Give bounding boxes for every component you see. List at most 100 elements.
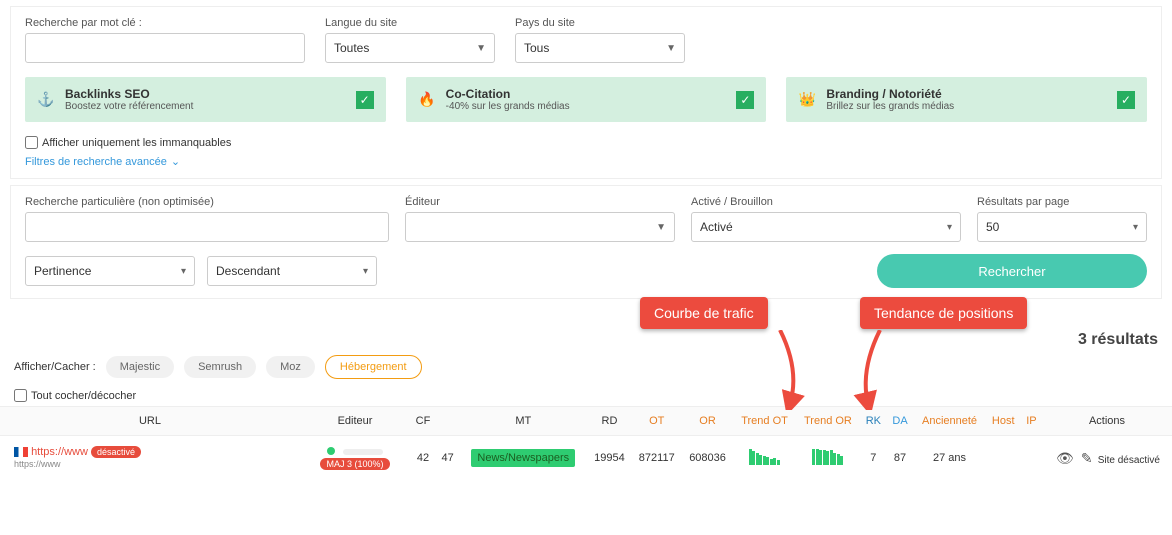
- edit-icon[interactable]: ✎: [1081, 450, 1093, 466]
- th-mt[interactable]: MT: [459, 407, 587, 436]
- status-value: Activé: [700, 220, 733, 234]
- editor-label: Éditeur: [405, 196, 675, 208]
- row-maj-badge: MAJ 3 (100%): [320, 458, 389, 470]
- crown-icon: 👑: [798, 91, 816, 109]
- perpage-select[interactable]: 50 ▾: [977, 212, 1147, 242]
- country-label: Pays du site: [515, 17, 685, 29]
- callout-positions: Tendance de positions: [860, 297, 1027, 329]
- arrow-positions-icon: [850, 330, 890, 410]
- tile-branding-sub: Brillez sur les grands médias: [826, 101, 954, 112]
- row-mt: News/Newspapers: [471, 449, 575, 467]
- trend-ot-sparkline: [745, 449, 785, 467]
- tile-branding-checkbox[interactable]: ✓: [1117, 91, 1135, 109]
- th-host[interactable]: Host: [986, 407, 1021, 436]
- row-host: [986, 436, 1021, 481]
- caret-down-icon: ▼: [666, 43, 676, 54]
- only-must-checkbox[interactable]: [25, 136, 38, 149]
- th-ip[interactable]: IP: [1021, 407, 1042, 436]
- perpage-label: Résultats par page: [977, 196, 1147, 208]
- keyword-label: Recherche par mot clé :: [25, 17, 305, 29]
- caret-down-icon: ▾: [181, 266, 186, 277]
- th-trend-or[interactable]: Trend OR: [796, 407, 860, 436]
- sort-dir-value: Descendant: [216, 264, 280, 278]
- pill-hebergement[interactable]: Hébergement: [325, 355, 422, 379]
- check-all-label: Tout cocher/décocher: [31, 390, 136, 402]
- row-rk: 7: [860, 436, 887, 481]
- sort-dir-select[interactable]: Descendant ▾: [207, 256, 377, 286]
- row-tf: 47: [436, 436, 459, 481]
- fire-icon: 🔥: [418, 91, 436, 109]
- perpage-value: 50: [986, 220, 999, 234]
- status-select[interactable]: Activé ▾: [691, 212, 961, 242]
- th-anc[interactable]: Ancienneté: [913, 407, 985, 436]
- status-dot-icon: [327, 447, 335, 455]
- flag-fr-icon: [14, 447, 28, 457]
- th-rk[interactable]: RK: [860, 407, 887, 436]
- th-url[interactable]: URL: [0, 407, 300, 436]
- pill-majestic[interactable]: Majestic: [106, 356, 174, 378]
- check-all-row[interactable]: Tout cocher/décocher: [14, 389, 1158, 402]
- anchor-icon: ⚓: [37, 91, 55, 109]
- row-cf: 42: [410, 436, 436, 481]
- row-anc: 27 ans: [913, 436, 985, 481]
- only-must-label: Afficher uniquement les immanquables: [42, 137, 231, 149]
- particular-label: Recherche particulière (non optimisée): [25, 196, 389, 208]
- eye-icon[interactable]: 👁: [1056, 450, 1074, 466]
- country-select[interactable]: Tous ▼: [515, 33, 685, 63]
- th-rd[interactable]: RD: [587, 407, 631, 436]
- row-url[interactable]: https://www: [31, 446, 88, 458]
- row-ip: [1021, 436, 1042, 481]
- search-button[interactable]: Rechercher: [877, 254, 1147, 288]
- tile-cocitation-title: Co-Citation: [446, 87, 570, 101]
- advanced-filters-link[interactable]: Filtres de recherche avancée ⌄: [25, 155, 1147, 168]
- results-count: 3 résultats: [1078, 331, 1158, 349]
- lang-label: Langue du site: [325, 17, 495, 29]
- th-editor[interactable]: Editeur: [300, 407, 410, 436]
- check-all-checkbox[interactable]: [14, 389, 27, 402]
- sort-field-value: Pertinence: [34, 264, 91, 278]
- table-row[interactable]: https://www désactivé https://www MAJ 3 …: [0, 436, 1172, 481]
- lang-select-value: Toutes: [334, 41, 369, 55]
- row-sub-url: https://www: [14, 459, 61, 469]
- editor-bar-icon: [343, 449, 383, 455]
- tile-cocitation-checkbox[interactable]: ✓: [736, 91, 754, 109]
- row-da: 87: [887, 436, 914, 481]
- row-rd: 19954: [587, 436, 631, 481]
- lang-select[interactable]: Toutes ▼: [325, 33, 495, 63]
- th-trend-ot[interactable]: Trend OT: [733, 407, 796, 436]
- row-ot: 872117: [632, 436, 682, 481]
- chevron-down-icon: ⌄: [171, 155, 180, 168]
- tile-backlinks[interactable]: ⚓ Backlinks SEO Boostez votre référencem…: [25, 77, 386, 122]
- pills-label: Afficher/Cacher :: [14, 361, 96, 373]
- tile-backlinks-sub: Boostez votre référencement: [65, 101, 193, 112]
- tile-branding[interactable]: 👑 Branding / Notoriété Brillez sur les g…: [786, 77, 1147, 122]
- sort-field-select[interactable]: Pertinence ▾: [25, 256, 195, 286]
- th-or[interactable]: OR: [682, 407, 733, 436]
- tile-cocitation-sub: -40% sur les grands médias: [446, 101, 570, 112]
- editor-select[interactable]: ▼: [405, 212, 675, 242]
- th-ot[interactable]: OT: [632, 407, 682, 436]
- only-must-checkbox-row[interactable]: Afficher uniquement les immanquables: [25, 136, 1147, 149]
- caret-down-icon: ▾: [947, 222, 952, 233]
- advanced-filters-label: Filtres de recherche avancée: [25, 156, 167, 168]
- tile-branding-title: Branding / Notoriété: [826, 87, 954, 101]
- th-actions[interactable]: Actions: [1042, 407, 1172, 436]
- pill-semrush[interactable]: Semrush: [184, 356, 256, 378]
- row-action-text: Site désactivé: [1098, 455, 1160, 466]
- caret-down-icon: ▼: [476, 43, 486, 54]
- th-tf[interactable]: [436, 407, 459, 436]
- tile-cocitation[interactable]: 🔥 Co-Citation -40% sur les grands médias…: [406, 77, 767, 122]
- keyword-input[interactable]: [25, 33, 305, 63]
- arrow-traffic-icon: [770, 330, 810, 410]
- pill-moz[interactable]: Moz: [266, 356, 315, 378]
- particular-input[interactable]: [25, 212, 389, 242]
- status-label: Activé / Brouillon: [691, 196, 961, 208]
- caret-down-icon: ▼: [656, 222, 666, 233]
- tile-backlinks-checkbox[interactable]: ✓: [356, 91, 374, 109]
- caret-down-icon: ▾: [363, 266, 368, 277]
- th-cf[interactable]: CF: [410, 407, 436, 436]
- trend-or-sparkline: [808, 449, 848, 467]
- tile-backlinks-title: Backlinks SEO: [65, 87, 193, 101]
- th-da[interactable]: DA: [887, 407, 914, 436]
- row-deactivated-badge: désactivé: [91, 446, 141, 458]
